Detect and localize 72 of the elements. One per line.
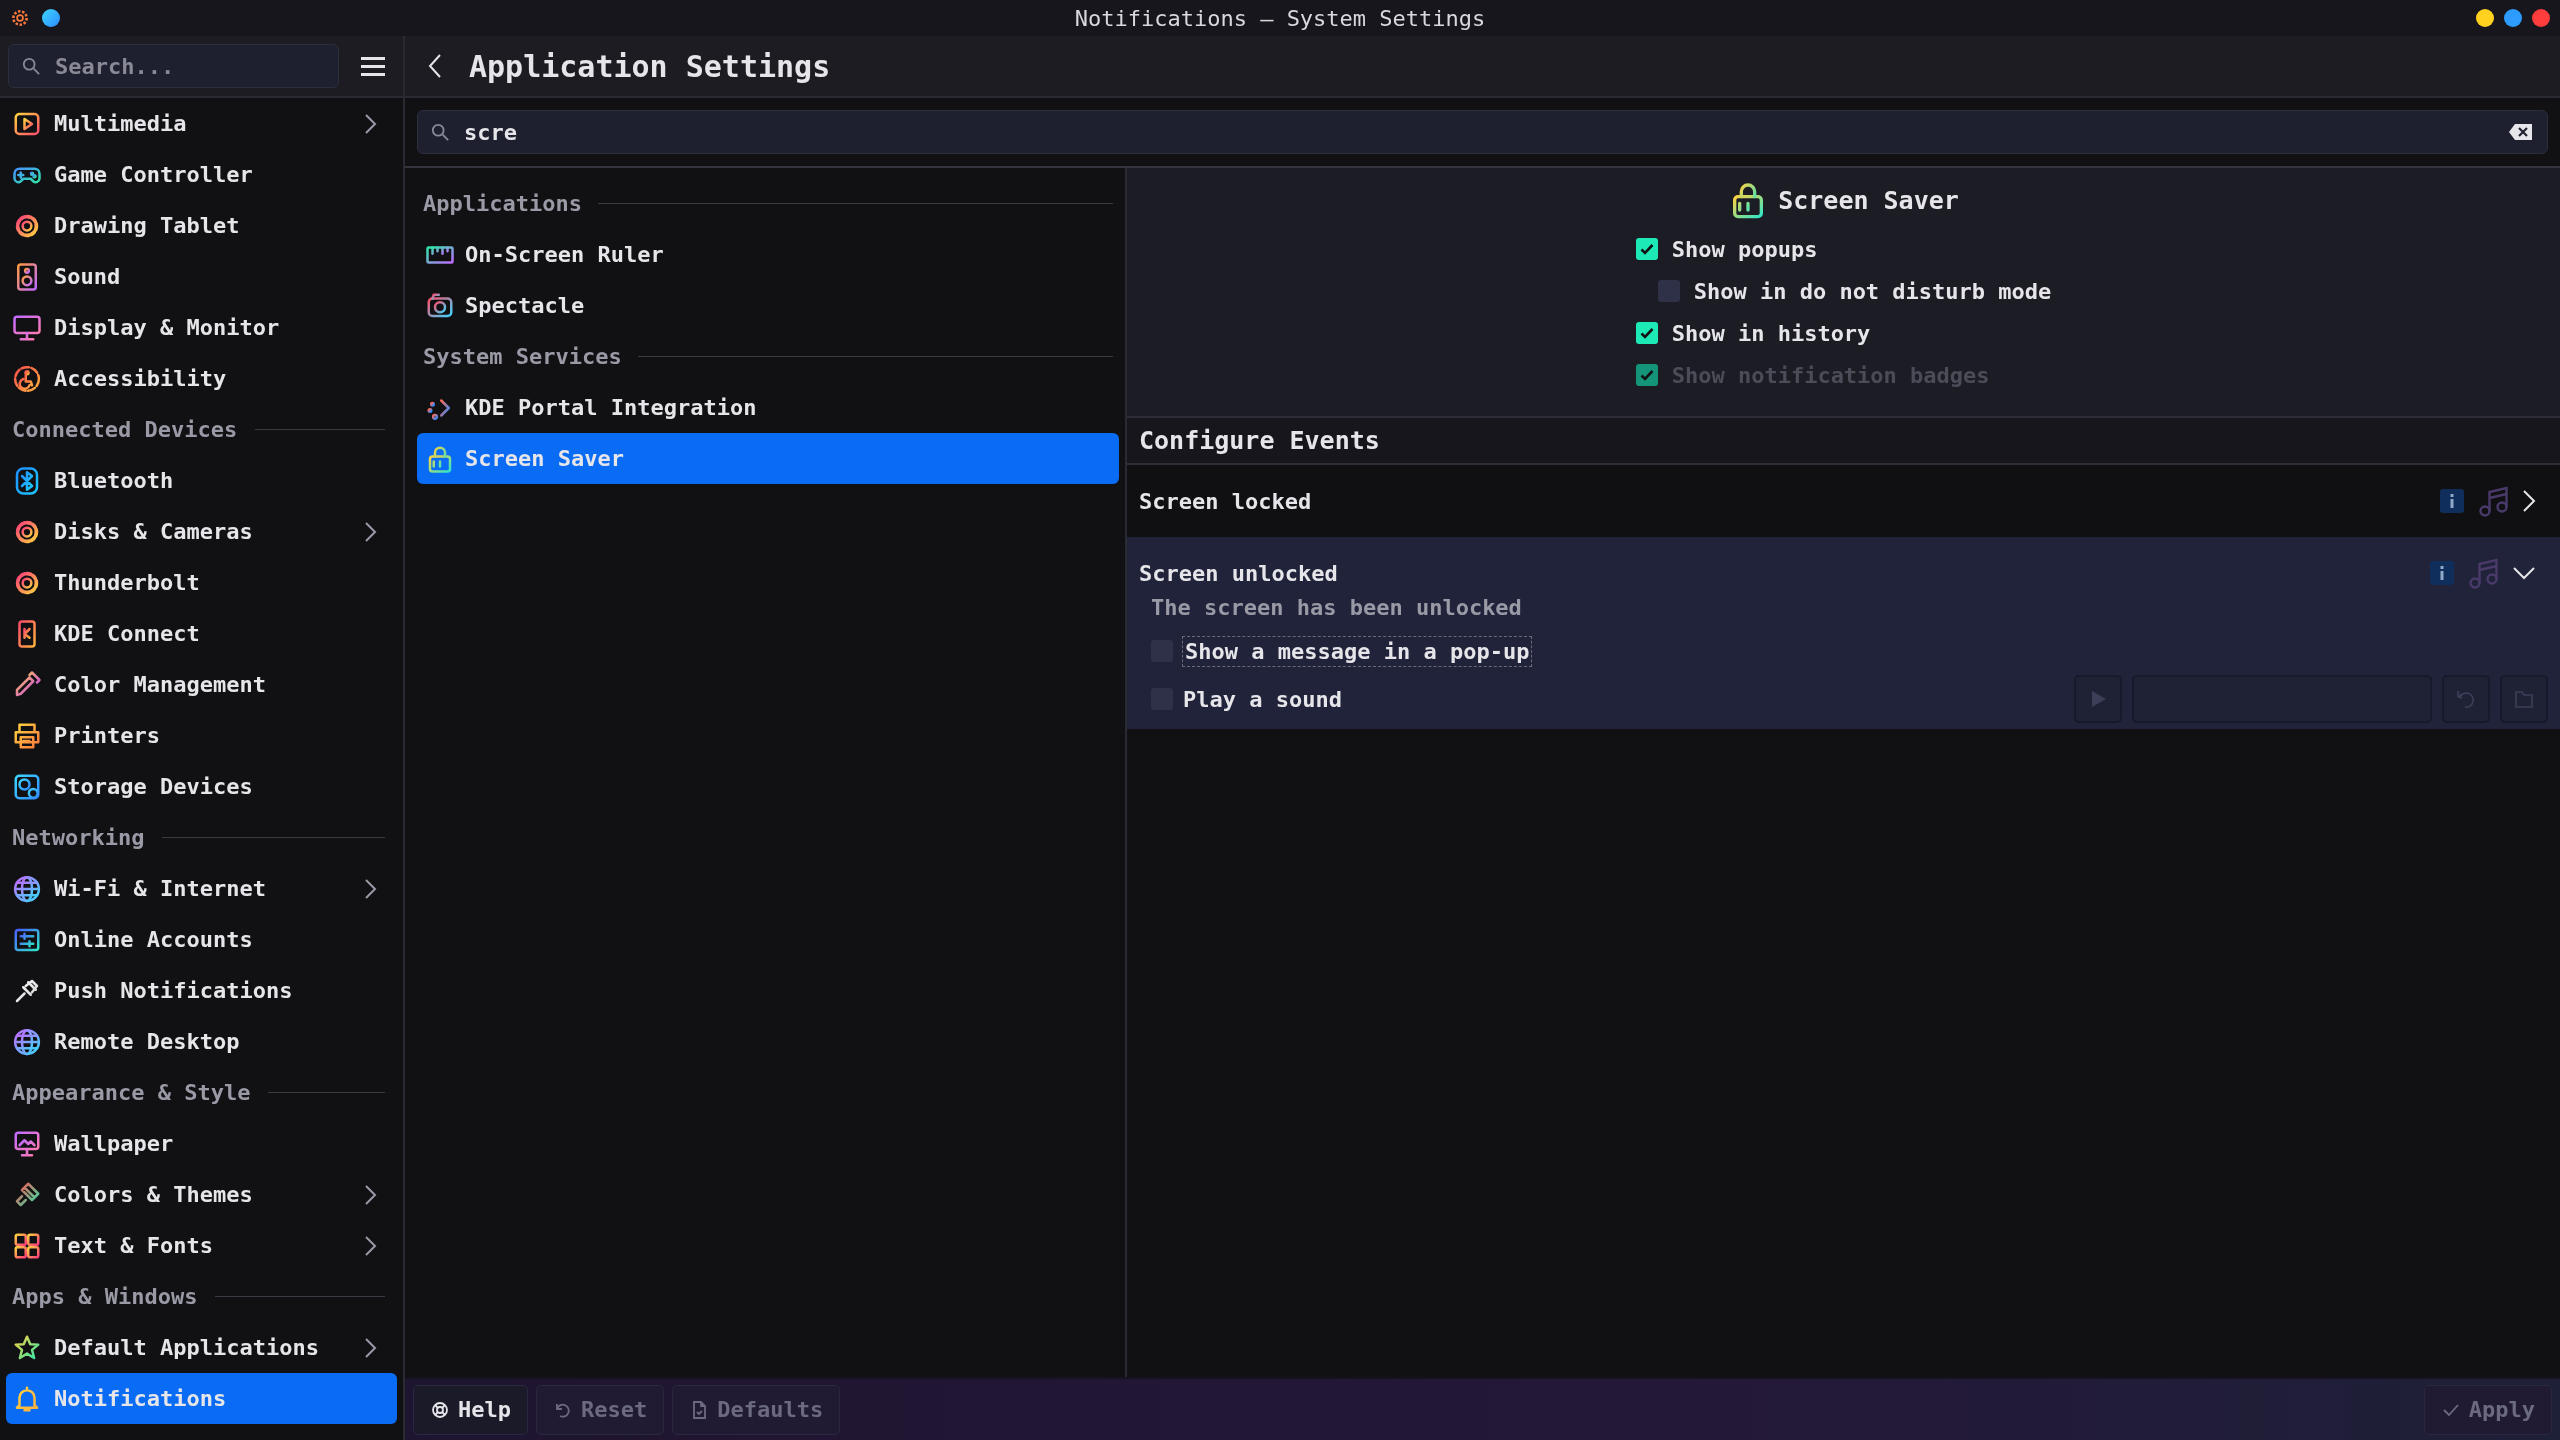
section-heading: Apps & Windows <box>12 1284 198 1309</box>
checkbox-label: Show in history <box>1671 320 1871 346</box>
sidebar-item[interactable]: Remote Desktop <box>6 1016 397 1067</box>
app-title: Screen Saver <box>1778 185 1959 215</box>
section-heading: System Services <box>423 344 622 369</box>
checkbox-label: Show in do not disturb mode <box>1693 278 2052 304</box>
section-heading: Networking <box>12 825 145 850</box>
sidebar-item[interactable]: Colors & Themes <box>6 1169 397 1220</box>
event-label: Screen locked <box>1139 488 1313 514</box>
list-item[interactable]: Screen Saver <box>417 433 1119 484</box>
sidebar-item[interactable]: KDE Connect <box>6 608 397 659</box>
globe-icon <box>12 873 42 904</box>
pin-button[interactable] <box>42 9 60 27</box>
sidebar-item[interactable]: Text & Fonts <box>6 1220 397 1271</box>
window-title: Notifications — System Settings <box>1074 5 1486 31</box>
checkbox-label: Show popups <box>1671 236 1818 262</box>
checkbox[interactable] <box>1657 280 1680 302</box>
sidebar-item[interactable]: Sound <box>6 251 397 302</box>
page-title: Application Settings <box>469 48 831 84</box>
chevron-right-icon[interactable] <box>2522 489 2536 513</box>
sidebar-item[interactable]: Accessibility <box>6 353 397 404</box>
search-field[interactable]: Search... <box>8 44 339 88</box>
sidebar-item[interactable]: Storage Devices <box>6 761 397 812</box>
sidebar-item[interactable]: Notifications <box>6 1373 397 1424</box>
help-icon <box>430 1399 450 1420</box>
list-item[interactable]: KDE Portal Integration <box>417 382 1119 433</box>
sidebar-item[interactable]: Wallpaper <box>6 1118 397 1169</box>
sidebar-item[interactable]: Drawing Tablet <box>6 200 397 251</box>
music-note-icon <box>2478 484 2508 518</box>
sidebar-item[interactable]: Color Management <box>6 659 397 710</box>
checkbox-label: Show a message in a pop-up <box>1183 636 1532 666</box>
maximize-button[interactable] <box>2504 9 2522 27</box>
sidebar-item[interactable]: Display & Monitor <box>6 302 397 353</box>
event-label: Screen unlocked <box>1139 560 1339 586</box>
sidebar-item[interactable]: Default Applications <box>6 1322 397 1373</box>
clear-button[interactable] <box>2508 122 2534 142</box>
list-item[interactable]: Spectacle <box>417 280 1119 331</box>
section-heading: Appearance & Style <box>12 1080 251 1105</box>
undo-icon <box>2455 688 2477 710</box>
sidebar-item[interactable]: Bluetooth <box>6 455 397 506</box>
check-icon <box>1638 367 1655 383</box>
accessibility-icon <box>12 363 42 394</box>
info-icon <box>2440 489 2464 513</box>
sidebar-item[interactable]: Online Accounts <box>6 914 397 965</box>
checkbox[interactable] <box>1635 238 1658 260</box>
sidebar-item[interactable]: Wi-Fi & Internet <box>6 863 397 914</box>
list-item[interactable]: On-Screen Ruler <box>417 229 1119 280</box>
minimize-button[interactable] <box>2476 9 2494 27</box>
sidebar-item[interactable]: Disks & Cameras <box>6 506 397 557</box>
search-icon <box>22 57 40 75</box>
search-field[interactable]: scre <box>417 110 2548 154</box>
checkbox[interactable] <box>1635 322 1658 344</box>
section-heading: Configure Events <box>1139 426 1380 455</box>
sidebar-item[interactable]: Thunderbolt <box>6 557 397 608</box>
section-heading: Applications <box>423 191 582 216</box>
folder-icon <box>2513 688 2535 710</box>
info-icon <box>2430 561 2454 585</box>
sidebar-item[interactable]: Push Notifications <box>6 965 397 1016</box>
sidebar-item[interactable]: Multimedia <box>6 98 397 149</box>
help-button[interactable]: Help <box>413 1384 528 1435</box>
close-button[interactable] <box>2532 9 2550 27</box>
check-icon <box>1638 325 1655 341</box>
checkbox-label: Play a sound <box>1183 686 1342 712</box>
search-icon <box>431 123 449 141</box>
globe-icon <box>12 1026 42 1057</box>
check-icon <box>1638 241 1655 257</box>
sidebar-item[interactable]: Game Controller <box>6 149 397 200</box>
event-description: The screen has been unlocked <box>1151 593 1523 622</box>
music-note-icon <box>2468 556 2498 590</box>
sidebar-item[interactable]: Printers <box>6 710 397 761</box>
section-heading: Connected Devices <box>12 417 238 442</box>
chevron-down-icon[interactable] <box>2512 566 2536 580</box>
